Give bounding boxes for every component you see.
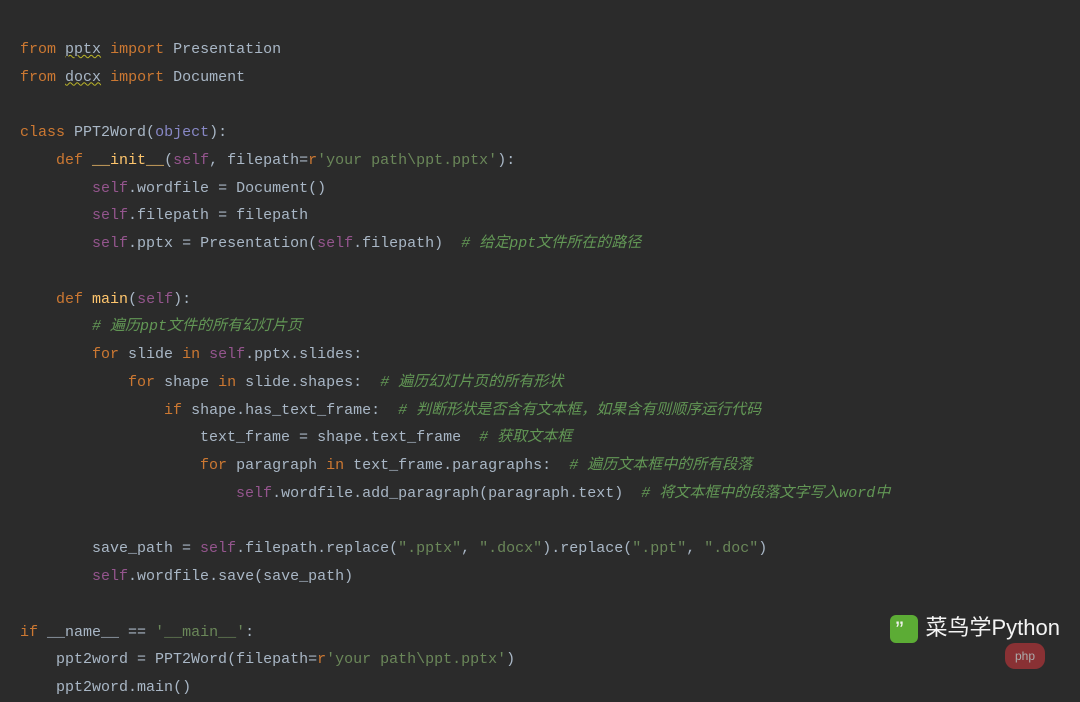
code-editor: from pptx import Presentation from docx … — [0, 8, 1080, 702]
code-line-20: ppt2word.main() — [20, 679, 191, 696]
code-line-17: self.wordfile.save(save_path) — [20, 568, 353, 585]
code-line-7: self.pptx = Presentation(self.filepath) … — [20, 235, 641, 252]
php-badge: php — [1005, 643, 1045, 669]
code-line-9: # 遍历ppt文件的所有幻灯片页 — [20, 318, 302, 335]
code-line-13: text_frame = shape.text_frame # 获取文本框 — [20, 429, 572, 446]
code-line-1: from pptx import Presentation — [20, 41, 281, 58]
code-line-14: for paragraph in text_frame.paragraphs: … — [20, 457, 752, 474]
wechat-icon — [890, 615, 918, 643]
code-line-16: save_path = self.filepath.replace(".pptx… — [20, 540, 767, 557]
code-line-2: from docx import Document — [20, 69, 245, 86]
code-line-4: def __init__(self, filepath=r'your path\… — [20, 152, 515, 169]
code-line-8: def main(self): — [20, 291, 191, 308]
code-line-18: if __name__ == '__main__': — [20, 624, 254, 641]
watermark-text: 菜鸟学Python — [926, 608, 1061, 649]
code-line-3: class PPT2Word(object): — [20, 124, 227, 141]
code-line-5: self.wordfile = Document() — [20, 180, 326, 197]
code-line-12: if shape.has_text_frame: # 判断形状是否含有文本框，如… — [20, 402, 761, 419]
code-line-10: for slide in self.pptx.slides: — [20, 346, 362, 363]
code-line-15: self.wordfile.add_paragraph(paragraph.te… — [20, 485, 890, 502]
code-line-19: ppt2word = PPT2Word(filepath=r'your path… — [20, 651, 515, 668]
code-line-6: self.filepath = filepath — [20, 207, 308, 224]
code-line-11: for shape in slide.shapes: # 遍历幻灯片页的所有形状 — [20, 374, 563, 391]
